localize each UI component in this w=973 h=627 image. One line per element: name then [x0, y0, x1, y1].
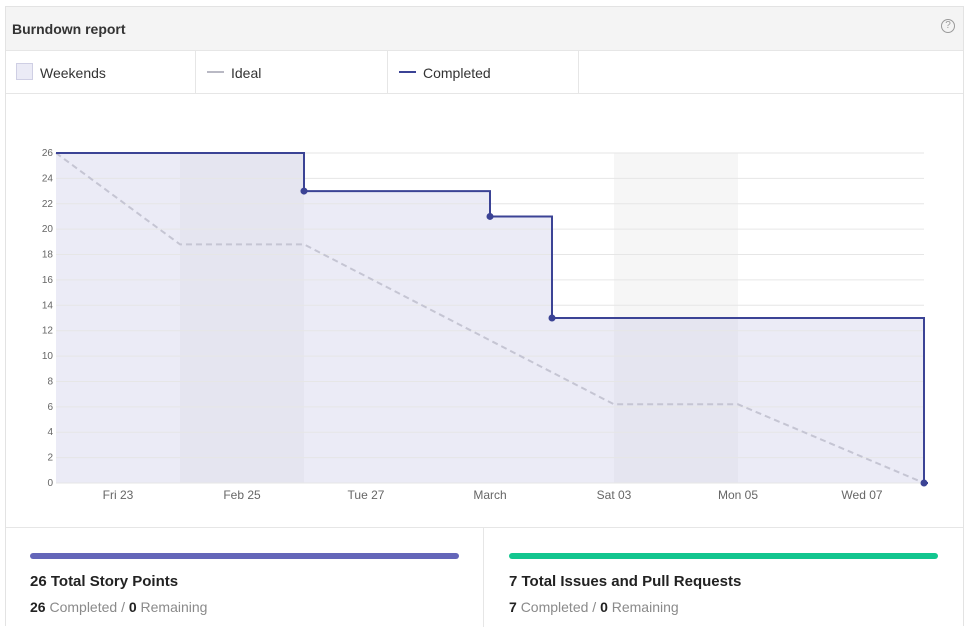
completed-point-0: [300, 187, 308, 195]
issues-summary: 7 Completed / 0 Remaining: [509, 599, 679, 615]
story-points-remaining-label: Remaining: [140, 599, 208, 615]
completed-point-3: [920, 479, 928, 487]
completed-point-1: [486, 212, 494, 220]
issues-separator: /: [592, 599, 597, 615]
panel-title: Burndown report: [12, 21, 126, 37]
issues-card: 7 Total Issues and Pull Requests 7 Compl…: [484, 528, 963, 627]
weekend-overlay-0: [180, 153, 304, 483]
y-tick-label-2: 2: [47, 453, 53, 464]
story-points-progress-bar: [30, 553, 459, 559]
issues-title: 7 Total Issues and Pull Requests: [509, 573, 742, 590]
x-tick-label-4: Sat 03: [597, 488, 632, 502]
story-points-card: 26 Total Story Points 26 Completed / 0 R…: [6, 528, 484, 627]
story-points-summary: 26 Completed / 0 Remaining: [30, 599, 207, 615]
y-tick-label-0: 0: [47, 478, 53, 489]
completed-line-icon: [399, 71, 416, 73]
weekend-swatch-icon: [16, 63, 33, 80]
burndown-panel: Burndown report ? Weekends Ideal Complet…: [5, 6, 964, 627]
weekend-overlay-1: [614, 318, 738, 483]
y-tick-label-8: 8: [47, 376, 53, 387]
burndown-chart-svg: 02468101214161820222426Fri 23 Feb 25 Tue 2…: [42, 148, 928, 502]
y-tick-label-18: 18: [42, 250, 54, 261]
y-tick-label-12: 12: [42, 326, 54, 337]
x-tick-label-5: Mon 05: [718, 488, 758, 502]
story-points-title: 26 Total Story Points: [30, 573, 179, 590]
question-circle-icon[interactable]: ?: [941, 19, 955, 33]
x-tick-label-6: Wed 07: [841, 488, 882, 502]
issues-progress-bar: [509, 553, 938, 559]
y-tick-label-6: 6: [47, 402, 53, 413]
y-tick-label-24: 24: [42, 173, 54, 184]
issues-completed-label: Completed: [520, 599, 589, 615]
y-tick-label-22: 22: [42, 199, 54, 210]
x-tick-label-3: March: [473, 488, 506, 502]
story-points-completed-count: 26: [30, 599, 46, 615]
y-tick-label-16: 16: [42, 275, 54, 286]
legend-item-weekends[interactable]: Weekends: [6, 51, 196, 93]
y-tick-label-10: 10: [42, 351, 54, 362]
summary-stats: 26 Total Story Points 26 Completed / 0 R…: [6, 528, 963, 627]
x-tick-label-0: Fri 23: [103, 488, 134, 502]
legend-label-weekends: Weekends: [40, 65, 106, 81]
ideal-line-icon: [207, 71, 224, 73]
panel-header: Burndown report ?: [6, 7, 963, 51]
issues-completed-count: 7: [509, 599, 517, 615]
y-tick-label-20: 20: [42, 224, 54, 235]
completed-point-2: [548, 314, 556, 322]
x-tick-label-2: Tue 27: [348, 488, 385, 502]
legend-item-ideal[interactable]: Ideal: [196, 51, 388, 93]
issues-remaining-label: Remaining: [611, 599, 679, 615]
legend-label-ideal: Ideal: [231, 65, 262, 81]
story-points-completed-label: Completed: [49, 599, 118, 615]
legend-label-completed: Completed: [423, 65, 491, 81]
burndown-chart: 0 2 4 6 8 10 12 14 16 18 20 22 24 26 Fri 23 Feb 25 Tue 2…: [6, 94, 963, 528]
y-tick-label-26: 26: [42, 148, 54, 159]
story-points-separator: /: [121, 599, 125, 615]
legend-item-completed[interactable]: Completed: [388, 51, 579, 93]
chart-legend: Weekends Ideal Completed: [6, 51, 963, 94]
x-tick-label-1: Feb 25: [223, 488, 261, 502]
y-tick-label-4: 4: [47, 427, 53, 438]
issues-remaining-count: 0: [600, 599, 608, 615]
y-tick-label-14: 14: [42, 300, 54, 311]
story-points-remaining-count: 0: [128, 599, 137, 615]
